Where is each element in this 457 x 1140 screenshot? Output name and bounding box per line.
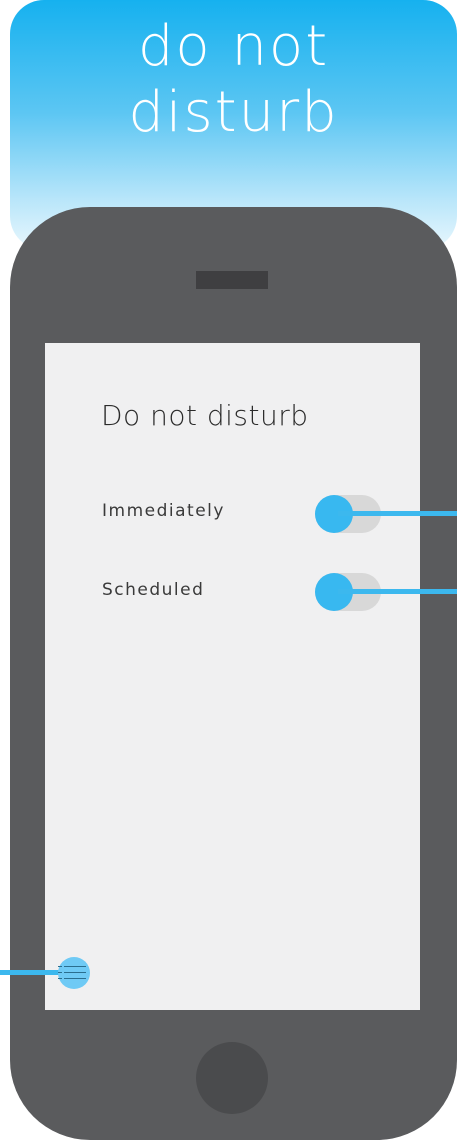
scheduled-connector-line	[338, 589, 457, 594]
menu-connector-line	[0, 970, 60, 975]
screen-title: Do not disturb	[101, 399, 309, 432]
immediately-label: Immediately	[102, 501, 225, 521]
immediately-connector-line	[338, 511, 457, 516]
phone-screen: Do not disturb Immediately Scheduled	[45, 343, 420, 1010]
banner-title: do not disturb	[128, 14, 339, 145]
page: do not disturb Do not disturb Immediatel…	[0, 0, 457, 1140]
phone-speaker	[196, 271, 268, 289]
scheduled-label: Scheduled	[102, 580, 205, 600]
menu-icon[interactable]	[58, 957, 90, 989]
home-button[interactable]	[196, 1042, 268, 1114]
